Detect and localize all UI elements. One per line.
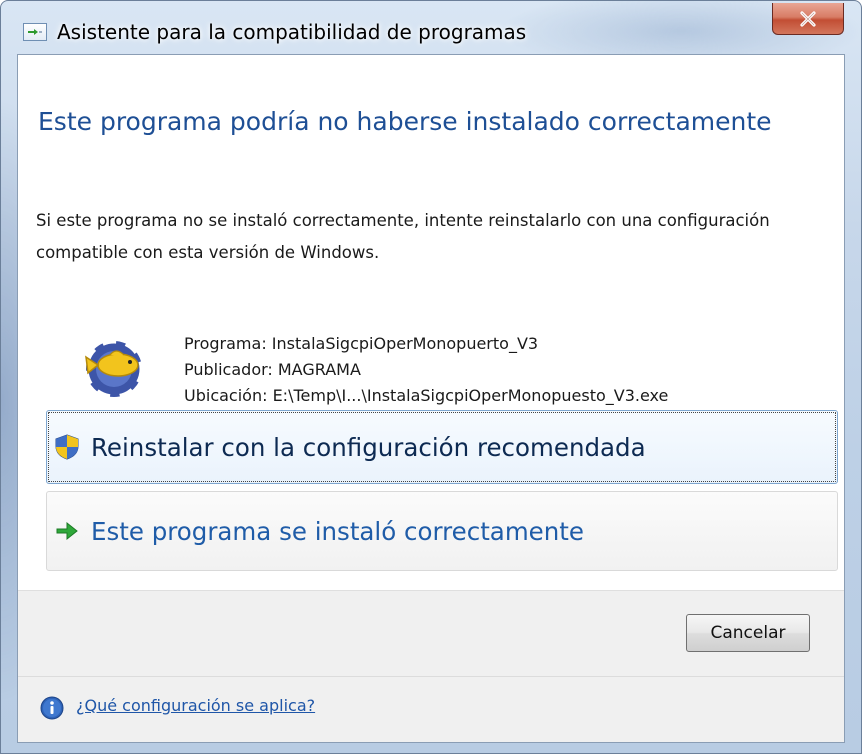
program-name: Programa: InstalaSigcpiOperMonopuerto_V3 [184,334,539,353]
close-icon [800,10,816,27]
installed-correctly-label: Este programa se instaló correctamente [91,516,584,546]
dialog-content: Este programa podría no haberse instalad… [17,54,845,743]
window-title: Asistente para la compatibilidad de prog… [57,20,527,44]
shield-icon [55,434,79,460]
program-location: Ubicación: E:\Temp\I...\InstalaSigcpiOpe… [184,386,669,405]
green-arrow-icon [56,521,78,541]
info-icon [40,696,64,720]
description-text: Si este programa no se instaló correctam… [36,211,770,262]
reinstall-recommended-button[interactable]: Reinstalar con la configuración recomend… [46,410,838,484]
cancel-button[interactable]: Cancelar [686,614,810,652]
application-icon [83,338,145,400]
dialog-window: Asistente para la compatibilidad de prog… [0,0,862,754]
program-window-icon [23,23,47,41]
reinstall-recommended-label: Reinstalar con la configuración recomend… [91,432,646,462]
help-link[interactable]: ¿Qué configuración se aplica? [76,696,315,715]
title-bar[interactable]: Asistente para la compatibilidad de prog… [15,17,715,47]
close-button[interactable] [772,3,844,35]
program-details: Programa: InstalaSigcpiOperMonopuerto_V3… [184,331,844,409]
main-heading: Este programa podría no haberse instalad… [38,107,772,136]
publisher-name: Publicador: MAGRAMA [184,360,361,379]
installed-correctly-button[interactable]: Este programa se instaló correctamente [46,491,838,571]
